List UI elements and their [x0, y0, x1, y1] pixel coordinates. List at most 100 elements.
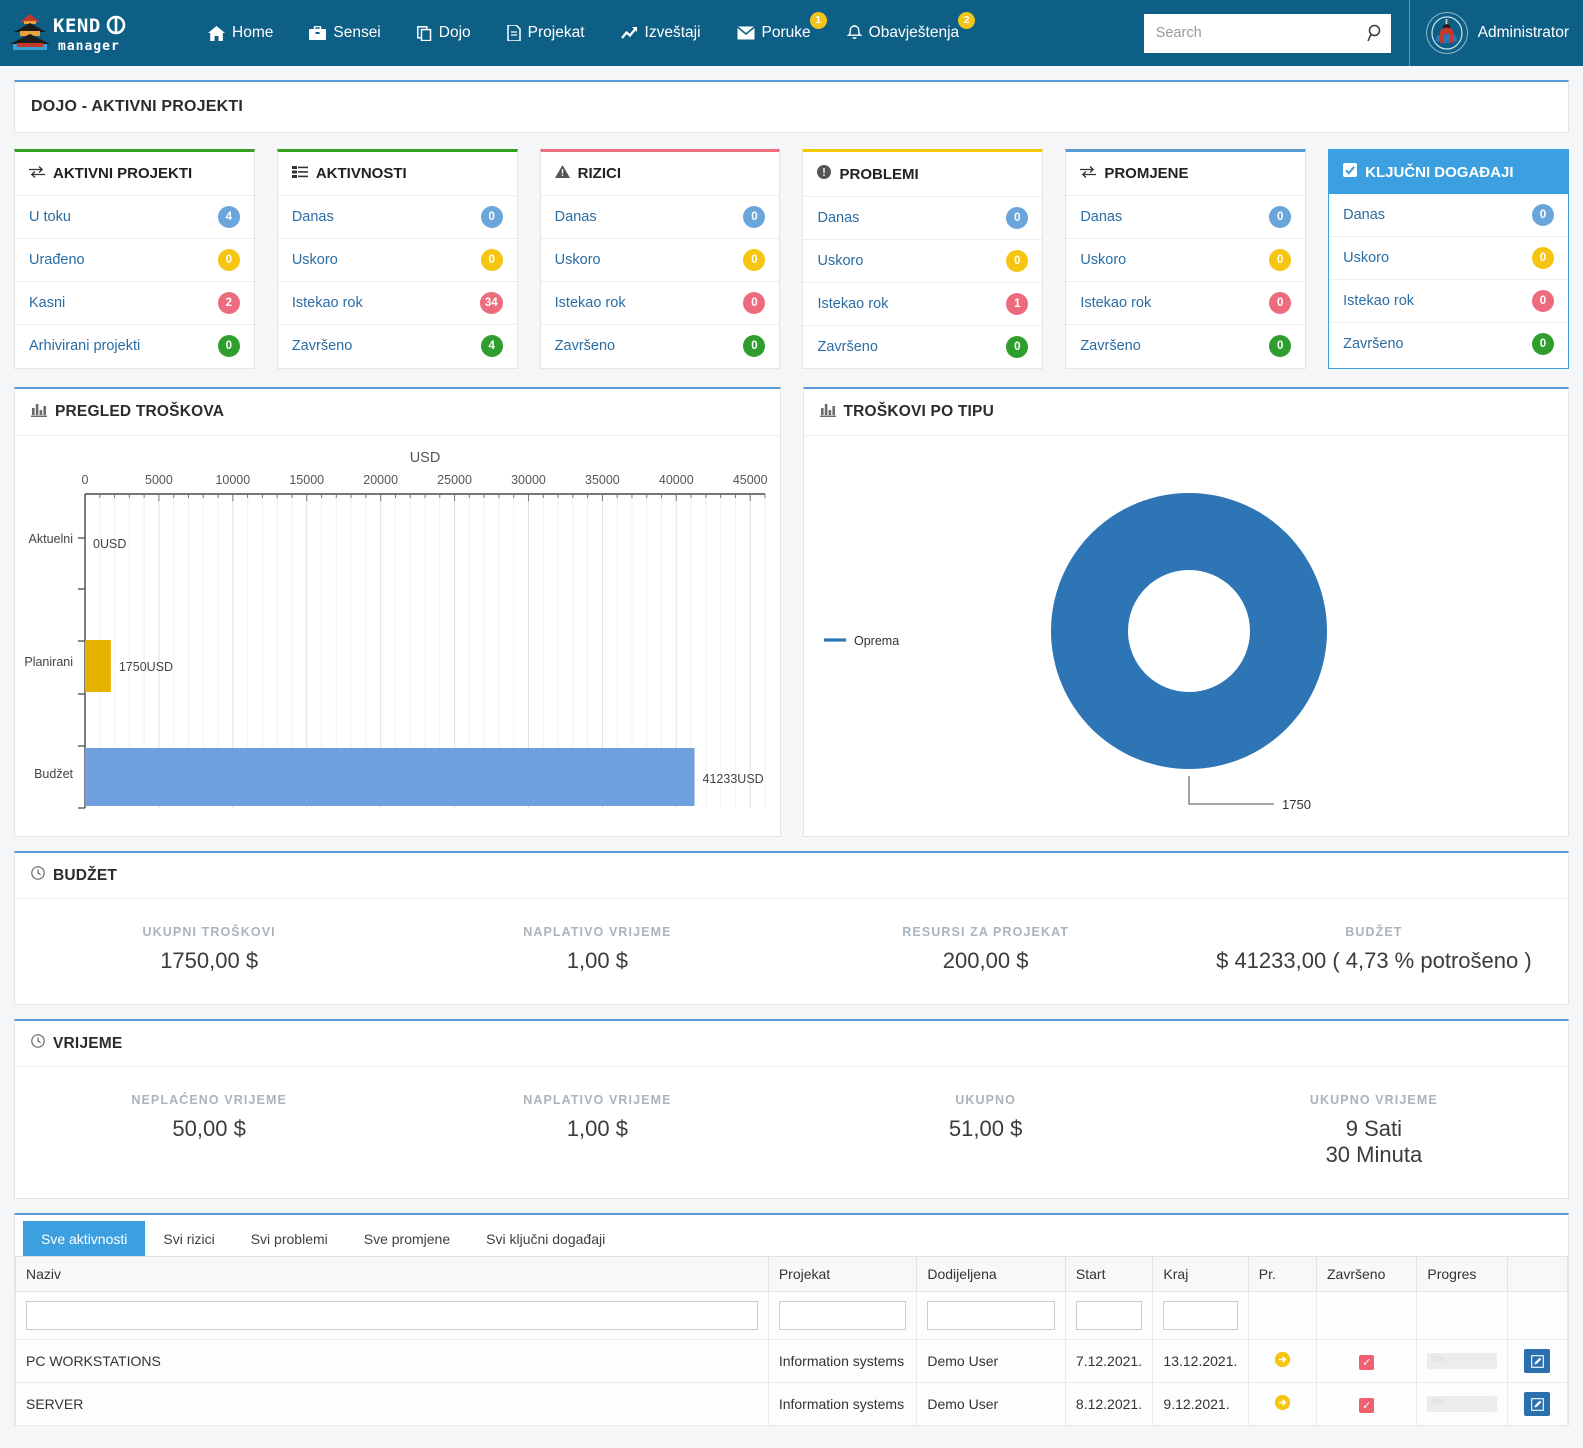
user-menu[interactable]: Administrator	[1408, 0, 1583, 66]
row-label: Urađeno	[29, 252, 85, 268]
card-row[interactable]: Istekao rok 0	[1066, 282, 1306, 325]
filter-input-projekat[interactable]	[778, 1301, 907, 1330]
row-count: 0	[1531, 204, 1554, 226]
nav-label: Poruke	[761, 24, 811, 41]
card-aktivni-projekti[interactable]: AKTIVNI PROJEKTI U toku 4 Urađeno 0 Kasni 2…	[14, 149, 255, 369]
filter-input-start[interactable]	[1075, 1301, 1143, 1330]
svg-text:0: 0	[82, 473, 89, 487]
chart-line-icon	[620, 26, 638, 41]
row-label: Danas	[1343, 207, 1386, 223]
card-row[interactable]: Uskoro 0	[1066, 239, 1306, 282]
card-row[interactable]: Istekao rok 1	[803, 283, 1043, 326]
row-label: Arhivirani projekti	[29, 338, 141, 354]
nav-item-obavjestenja[interactable]: Obavještenja 2	[829, 0, 977, 66]
col-projekat[interactable]: Projekat	[767, 1256, 918, 1292]
search-input[interactable]	[1143, 13, 1391, 53]
card-title: PROMJENE	[1104, 165, 1189, 182]
col-prioritet[interactable]: Pr.	[1247, 1256, 1318, 1292]
check-icon: ✓	[1359, 1397, 1375, 1413]
svg-text:Budžet: Budžet	[34, 767, 73, 781]
col-start[interactable]: Start	[1064, 1256, 1154, 1292]
brand-logo[interactable]: KEND manager	[0, 10, 190, 56]
card-row[interactable]: Danas 0	[1329, 194, 1568, 237]
card-row[interactable]: Završeno 0	[1329, 323, 1568, 365]
table-row[interactable]: SERVER Information systems Demo User 8.1…	[15, 1382, 1569, 1426]
row-count: 0	[743, 249, 766, 271]
kpi-label: BUDŽET	[1345, 925, 1403, 939]
cell-progres: 0%	[1416, 1382, 1508, 1426]
nav-item-dojo[interactable]: Dojo	[399, 0, 489, 66]
bar-planirani	[85, 640, 111, 692]
card-row[interactable]: Danas 0	[1066, 196, 1306, 239]
card-row[interactable]: Kasni 2	[15, 282, 254, 325]
filter-input-dodijeljena[interactable]	[927, 1301, 1055, 1330]
filter-cell-prioritet	[1247, 1291, 1318, 1340]
card-row[interactable]: Istekao rok 0	[1329, 280, 1568, 323]
search-box	[1143, 13, 1391, 53]
card-row[interactable]: Završeno 0	[803, 326, 1042, 368]
search-button[interactable]	[1367, 24, 1385, 42]
row-label: Istekao rok	[817, 296, 889, 312]
tab-svi-problemi[interactable]: Svi problemi	[233, 1221, 346, 1256]
kpi-value: 1,00 $	[566, 948, 628, 973]
cell-actions	[1506, 1382, 1569, 1426]
row-label: Završeno	[291, 338, 353, 354]
card-row[interactable]: Danas 0	[540, 196, 780, 239]
cost-overview-bar-chart: USD 0 5000 10000 15000 20000 25000 30000 35000 4…	[24, 450, 768, 809]
filter-input-naziv[interactable]	[26, 1301, 758, 1330]
card-title: PROBLEMI	[839, 165, 919, 183]
tab-sve-promjene[interactable]: Sve promjene	[346, 1221, 468, 1256]
tab-sve-aktivnosti[interactable]: Sve aktivnosti	[23, 1221, 146, 1256]
filter-input-kraj[interactable]	[1163, 1301, 1238, 1330]
nav-item-izvestaji[interactable]: Izveštaji	[603, 0, 719, 66]
card-row[interactable]: U toku 4	[15, 196, 254, 239]
card-header: AKTIVNOSTI	[277, 152, 517, 196]
card-row[interactable]: Danas 0	[277, 196, 517, 239]
card-promjene[interactable]: PROMJENE Danas 0 Uskoro 0 Istekao rok 0 Zav…	[1065, 149, 1307, 369]
col-kraj[interactable]: Kraj	[1152, 1256, 1249, 1292]
filter-cell-actions	[1506, 1291, 1569, 1340]
card-row[interactable]: Završeno 0	[1066, 325, 1305, 367]
clock-icon	[31, 866, 45, 885]
nav-item-projekat[interactable]: Projekat	[489, 0, 603, 66]
exclamation-circle-icon	[817, 165, 832, 183]
card-row[interactable]: Istekao rok 0	[540, 282, 780, 325]
nav-item-sensei[interactable]: Sensei	[291, 0, 398, 66]
card-row[interactable]: Urađeno 0	[15, 239, 254, 282]
tab-svi-rizici[interactable]: Svi rizici	[145, 1221, 232, 1256]
col-naziv[interactable]: Naziv	[15, 1256, 769, 1292]
card-kljucni-dogadjaji[interactable]: KLJUČNI DOGAĐAJI Danas 0 Uskoro 0 Istekao …	[1328, 149, 1569, 369]
cell-dodijeljena: Demo User	[916, 1382, 1066, 1426]
kpi-naplativo-vrijeme: NAPLATIVO VRIJEME 1,00 $	[403, 1093, 791, 1168]
card-row[interactable]: Završeno 0	[541, 325, 780, 367]
row-label: Istekao rok	[1343, 293, 1415, 309]
card-row[interactable]: Arhivirani projekti 0	[15, 325, 254, 367]
card-row[interactable]: Završeno 4	[278, 325, 517, 367]
home-icon	[208, 25, 225, 41]
col-zavrseno[interactable]: Završeno	[1315, 1256, 1418, 1292]
card-row[interactable]: Danas 0	[803, 197, 1043, 240]
nav-item-home[interactable]: Home	[190, 0, 291, 66]
card-rizici[interactable]: RIZICI Danas 0 Uskoro 0 Istekao rok 0 Završ…	[539, 149, 781, 369]
row-label: Uskoro	[817, 253, 864, 269]
row-label: Istekao rok	[1080, 295, 1152, 311]
card-row[interactable]: Istekao rok 34	[277, 282, 517, 325]
edit-icon[interactable]	[1524, 1392, 1551, 1416]
cell-start: 8.12.2021.	[1064, 1382, 1154, 1426]
card-problemi[interactable]: PROBLEMI Danas 0 Uskoro 0 Istekao rok 1 Zav…	[802, 149, 1044, 369]
card-row[interactable]: Uskoro 0	[803, 240, 1043, 283]
col-progres[interactable]: Progres	[1416, 1256, 1508, 1292]
edit-icon[interactable]	[1524, 1349, 1551, 1373]
progress-bar: 0%	[1427, 1353, 1497, 1369]
card-aktivnosti[interactable]: AKTIVNOSTI Danas 0 Uskoro 0 Istekao rok 34 …	[276, 149, 518, 369]
table-row[interactable]: PC WORKSTATIONS Information systems Demo…	[15, 1339, 1569, 1383]
card-row[interactable]: Uskoro 0	[277, 239, 517, 282]
nav-item-poruke[interactable]: Poruke 1	[719, 0, 829, 66]
row-label: Uskoro	[291, 252, 338, 268]
kpi-ukupno: UKUPNO 51,00 $	[792, 1093, 1180, 1168]
kpi-value: 9 Sati	[1345, 1116, 1402, 1141]
card-row[interactable]: Uskoro 0	[540, 239, 780, 282]
tab-svi-kljucni-dogadjaji[interactable]: Svi ključni događaji	[468, 1221, 623, 1256]
card-row[interactable]: Uskoro 0	[1329, 237, 1568, 280]
col-dodijeljena[interactable]: Dodijeljena	[916, 1256, 1066, 1292]
